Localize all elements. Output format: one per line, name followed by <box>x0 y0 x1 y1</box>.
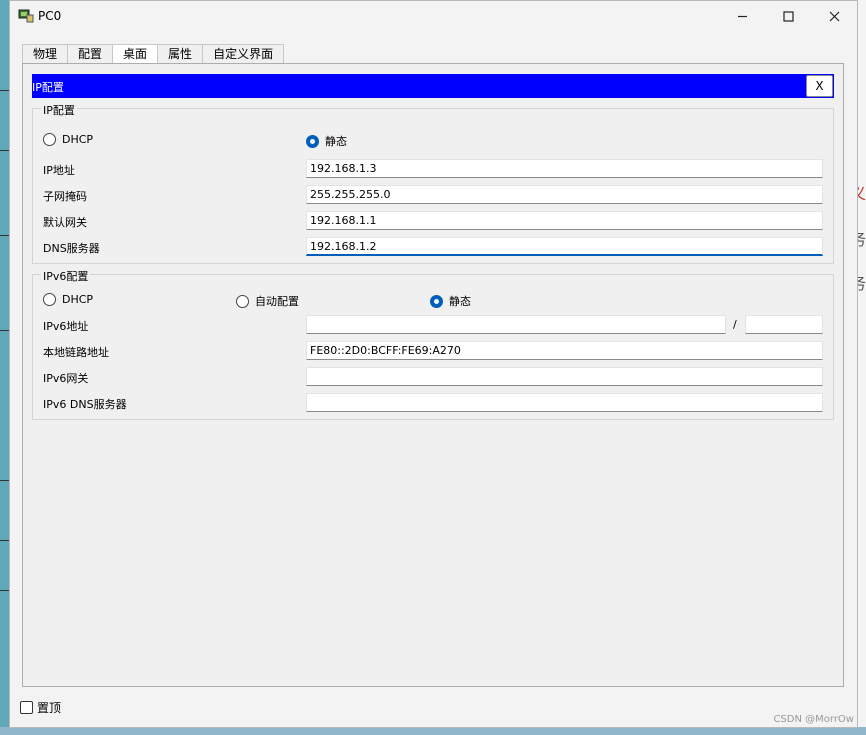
watermark: CSDN @MorrOw <box>773 714 854 725</box>
link-local-address-input[interactable]: FE80::2D0:BCFF:FE69:A270 <box>306 341 823 360</box>
ipv6-dns-server-label: IPv6 DNS服务器 <box>43 398 127 411</box>
radio-unselected-icon <box>236 294 249 308</box>
ip-config-title: IP配置 <box>32 81 64 94</box>
ipv4-dhcp-radio[interactable]: DHCP <box>43 133 93 146</box>
tab-config[interactable]: 配置 <box>67 44 114 64</box>
ipv6-auto-config-radio[interactable]: 自动配置 <box>236 293 299 309</box>
ipv6-static-radio[interactable]: 静态 <box>430 293 471 309</box>
ipv4-dhcp-label: DHCP <box>62 133 94 146</box>
window-title: PC0 <box>38 9 62 23</box>
pc-app-icon <box>18 9 34 23</box>
ipv4-config-group: IP配置 DHCP 静态 IP地址 192.168.1.3 子网掩码 255.2… <box>32 102 834 264</box>
prefix-separator: / <box>733 318 737 331</box>
ipv6-config-group: IPv6配置 DHCP 自动配置 静态 IPv6地址 / 本地链路地址 FE80… <box>32 268 834 420</box>
checkbox-unchecked-icon <box>20 701 33 714</box>
default-gateway-label: 默认网关 <box>43 216 87 229</box>
ip-config-header: IP配置 X <box>32 74 834 98</box>
radio-unselected-icon <box>43 133 56 146</box>
tab-attributes[interactable]: 属性 <box>157 44 204 64</box>
ip-config-close-button[interactable]: X <box>806 75 833 97</box>
ipv6-address-input[interactable] <box>306 315 726 334</box>
minimize-button[interactable] <box>719 1 765 31</box>
ipv6-dns-server-input[interactable] <box>306 393 823 412</box>
ipv6-auto-config-label: 自动配置 <box>255 295 299 308</box>
radio-selected-icon <box>306 134 319 148</box>
ipv6-gateway-label: IPv6网关 <box>43 372 89 385</box>
ip-address-input[interactable]: 192.168.1.3 <box>306 159 823 178</box>
ipv6-dhcp-radio[interactable]: DHCP <box>43 293 93 306</box>
tab-physical[interactable]: 物理 <box>22 44 69 64</box>
ip-address-label: IP地址 <box>43 164 75 177</box>
radio-selected-icon <box>430 294 443 308</box>
maximize-button[interactable] <box>765 1 811 31</box>
tab-custom-interface[interactable]: 自定义界面 <box>202 44 285 64</box>
ipv4-static-radio[interactable]: 静态 <box>306 133 347 149</box>
desktop-background-bottom <box>0 727 866 735</box>
tab-bar: 物理 配置 桌面 属性 自定义界面 <box>22 44 285 65</box>
ipv4-static-label: 静态 <box>325 135 347 148</box>
link-local-address-label: 本地链路地址 <box>43 346 109 359</box>
default-gateway-input[interactable]: 192.168.1.1 <box>306 211 823 230</box>
dns-server-label: DNS服务器 <box>43 242 100 255</box>
subnet-mask-input[interactable]: 255.255.255.0 <box>306 185 823 204</box>
title-bar[interactable]: PC0 <box>10 1 857 31</box>
tab-desktop[interactable]: 桌面 <box>112 44 159 65</box>
ipv6-static-label: 静态 <box>449 295 471 308</box>
pc-window: PC0 物理 配置 桌面 属性 自定义界面 IP配置 X IP配置 DHCP 静… <box>9 0 858 728</box>
ipv4-group-legend: IP配置 <box>41 102 77 118</box>
pin-on-top-label: 置顶 <box>37 701 62 715</box>
dns-server-input[interactable]: 192.168.1.2 <box>306 237 823 256</box>
ipv6-address-label: IPv6地址 <box>43 320 89 333</box>
ipv6-gateway-input[interactable] <box>306 367 823 386</box>
desktop-tab-panel: IP配置 X IP配置 DHCP 静态 IP地址 192.168.1.3 子网掩… <box>22 63 844 687</box>
radio-unselected-icon <box>43 293 56 306</box>
subnet-mask-label: 子网掩码 <box>43 190 87 203</box>
ipv6-dhcp-label: DHCP <box>62 293 94 306</box>
ipv6-group-legend: IPv6配置 <box>41 268 91 284</box>
pin-on-top-checkbox[interactable]: 置顶 <box>20 699 61 716</box>
ipv6-prefix-input[interactable] <box>745 315 823 334</box>
close-button[interactable] <box>811 1 857 31</box>
